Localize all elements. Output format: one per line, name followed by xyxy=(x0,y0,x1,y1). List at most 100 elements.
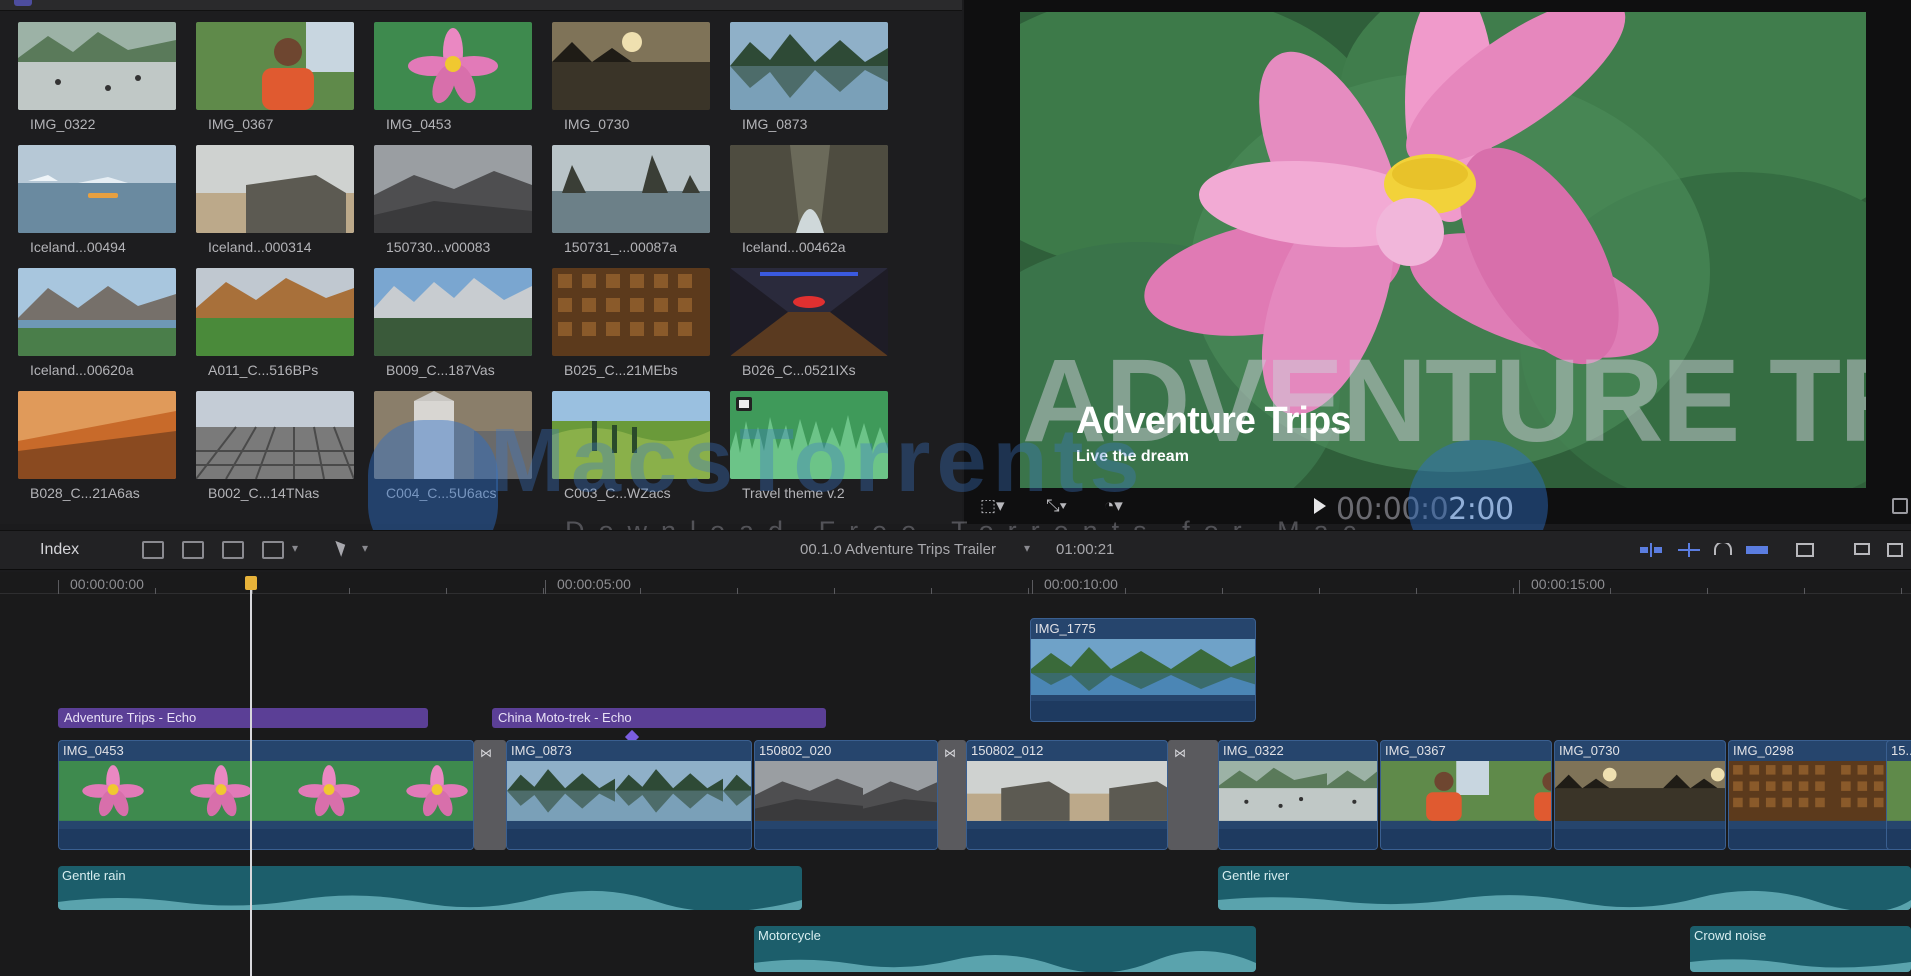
clip-thumbnail[interactable] xyxy=(374,145,532,233)
primary-clip[interactable]: 150802_012 xyxy=(966,740,1168,850)
transitions-browser-icon[interactable] xyxy=(1886,543,1908,557)
browser-clip-tile[interactable]: IMG_0322 xyxy=(18,22,176,134)
clip-name: IMG_0367 xyxy=(208,116,274,132)
chevron-down-icon[interactable]: ▾ xyxy=(292,541,298,555)
primary-clip[interactable]: IMG_0367 xyxy=(1380,740,1552,850)
browser-clip-tile[interactable]: Iceland...00494 xyxy=(18,145,176,257)
clip-label: 15... xyxy=(1891,743,1911,758)
clip-thumbnail[interactable] xyxy=(374,268,532,356)
clip-audio-waveform xyxy=(1555,829,1725,849)
ruler-minor-tick xyxy=(1707,588,1708,594)
clip-filmstrip xyxy=(967,761,1167,821)
browser-clip-tile[interactable]: IMG_0730 xyxy=(552,22,710,134)
playhead-handle[interactable] xyxy=(245,576,257,590)
transition-clip[interactable]: ⋈ xyxy=(1168,740,1218,850)
title-clip[interactable]: Adventure Trips - Echo xyxy=(58,708,428,728)
ruler-minor-tick xyxy=(834,588,835,594)
ruler-minor-tick xyxy=(58,588,59,594)
clip-thumbnail[interactable] xyxy=(730,268,888,356)
browser-clip-tile[interactable]: IMG_0367 xyxy=(196,22,354,134)
insert-clip-icon[interactable] xyxy=(182,541,204,559)
browser-clip-tile[interactable]: B009_C...187Vas xyxy=(374,268,532,380)
chevron-down-icon[interactable]: ▾ xyxy=(1024,541,1030,555)
clip-thumbnail[interactable] xyxy=(18,268,176,356)
browser-clip-tile[interactable]: B025_C...21MEbs xyxy=(552,268,710,380)
clip-thumbnail[interactable] xyxy=(18,145,176,233)
fullscreen-icon[interactable] xyxy=(1892,498,1908,514)
headphones-icon[interactable] xyxy=(1712,543,1734,557)
browser-clip-tile[interactable]: 150731_...00087a xyxy=(552,145,710,257)
audio-clip[interactable]: Gentle river xyxy=(1218,866,1911,910)
project-name[interactable]: 00.1.0 Adventure Trips Trailer xyxy=(800,541,996,558)
browser-clip-tile[interactable]: B002_C...14TNas xyxy=(196,391,354,503)
ruler-minor-tick xyxy=(1513,588,1514,594)
effects-browser-icon[interactable] xyxy=(1852,543,1874,557)
connect-clip-icon[interactable] xyxy=(142,541,164,559)
clip-thumbnail[interactable] xyxy=(730,22,888,110)
select-tool-icon[interactable] xyxy=(335,538,349,557)
clip-thumbnail[interactable] xyxy=(18,22,176,110)
clip-filmstrip xyxy=(1219,761,1377,821)
clip-thumbnail[interactable] xyxy=(730,145,888,233)
audio-clip[interactable]: Motorcycle xyxy=(754,926,1256,972)
clip-audio-waveform xyxy=(507,829,751,849)
ruler-timecode: 00:00:00:00 xyxy=(70,576,144,592)
ruler-minor-tick xyxy=(640,588,641,594)
clip-thumbnail[interactable] xyxy=(196,391,354,479)
primary-clip[interactable]: 15... xyxy=(1886,740,1911,850)
clip-name: B028_C...21A6as xyxy=(30,485,140,501)
clip-appearance-icon[interactable] xyxy=(1794,543,1816,557)
browser-clip-tile[interactable]: IMG_0873 xyxy=(730,22,888,134)
clip-name: 150730...v00083 xyxy=(386,239,491,255)
transition-clip[interactable]: ⋈ xyxy=(474,740,506,850)
primary-clip[interactable]: IMG_0453 xyxy=(58,740,474,850)
browser-topbar xyxy=(0,0,962,11)
browser-clip-tile[interactable]: Iceland...00462a xyxy=(730,145,888,257)
library-icon[interactable] xyxy=(14,0,32,6)
title-clip[interactable]: China Moto-trek - Echo xyxy=(492,708,826,728)
append-clip-icon[interactable] xyxy=(222,541,244,559)
primary-clip[interactable]: IMG_0298 xyxy=(1728,740,1900,850)
playhead[interactable] xyxy=(250,580,252,976)
snapping-icon[interactable] xyxy=(1640,543,1662,557)
clip-thumbnail[interactable] xyxy=(18,391,176,479)
clip-thumbnail[interactable] xyxy=(196,268,354,356)
ruler-tick xyxy=(1519,580,1520,594)
connected-clip[interactable]: IMG_1775 xyxy=(1030,618,1256,722)
clip-name: IMG_0453 xyxy=(386,116,452,132)
clip-thumbnail[interactable] xyxy=(552,22,710,110)
clip-thumbnail[interactable] xyxy=(374,22,532,110)
primary-clip[interactable]: 150802_020 xyxy=(754,740,938,850)
browser-clip-tile[interactable]: Iceland...00620a xyxy=(18,268,176,380)
clip-thumbnail[interactable] xyxy=(552,145,710,233)
transition-clip[interactable]: ⋈ xyxy=(938,740,966,850)
browser-clip-tile[interactable]: 150730...v00083 xyxy=(374,145,532,257)
browser-clip-tile[interactable]: B028_C...21A6as xyxy=(18,391,176,503)
chevron-down-icon[interactable]: ▾ xyxy=(362,541,368,555)
clip-thumbnail[interactable] xyxy=(196,145,354,233)
overwrite-clip-icon[interactable] xyxy=(262,541,284,559)
browser-clip-tile[interactable]: B026_C...0521IXs xyxy=(730,268,888,380)
audio-clip[interactable]: Crowd noise xyxy=(1690,926,1911,972)
clip-thumbnail[interactable] xyxy=(552,268,710,356)
clip-thumbnail[interactable] xyxy=(196,22,354,110)
browser-clip-tile[interactable]: Iceland...000314 xyxy=(196,145,354,257)
clip-name: Iceland...00494 xyxy=(30,239,126,255)
primary-clip[interactable]: IMG_0873 xyxy=(506,740,752,850)
browser-clip-tile[interactable]: IMG_0453 xyxy=(374,22,532,134)
play-icon[interactable] xyxy=(1314,498,1326,514)
clip-name: Iceland...00620a xyxy=(30,362,134,378)
ruler-tick xyxy=(545,580,546,594)
ruler-minor-tick xyxy=(1610,588,1611,594)
primary-clip[interactable]: IMG_0322 xyxy=(1218,740,1378,850)
browser-clip-tile[interactable]: A011_C...516BPs xyxy=(196,268,354,380)
ruler-minor-tick xyxy=(155,588,156,594)
skimming-icon[interactable] xyxy=(1678,543,1700,557)
index-button[interactable]: Index xyxy=(40,541,79,559)
solo-icon[interactable] xyxy=(1746,543,1768,557)
clip-filmstrip xyxy=(59,761,473,821)
primary-clip[interactable]: IMG_0730 xyxy=(1554,740,1726,850)
audio-clip[interactable]: Gentle rain xyxy=(58,866,802,910)
timeline-ruler[interactable]: 00:00:00:00 00:00:05:00 00:00:10:00 00:00:1… xyxy=(0,572,1911,594)
ruler-tick xyxy=(1032,580,1033,594)
